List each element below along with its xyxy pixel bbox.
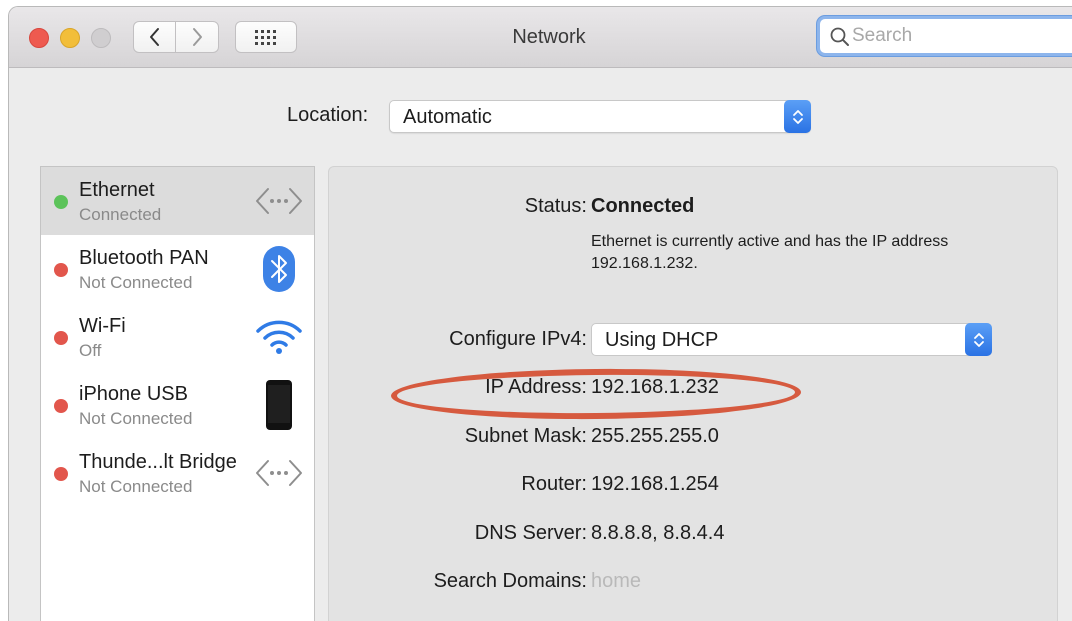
configure-ipv4-stepper[interactable] [965,323,992,356]
forward-button[interactable] [176,21,219,53]
minimize-window-button[interactable] [60,28,80,48]
status-dot [54,195,68,209]
chevron-left-icon [149,28,159,46]
grid-icon [255,30,276,45]
configure-ipv4-value: Using DHCP [605,329,719,351]
service-item-thunderbolt-bridge[interactable]: Thunde...lt Bridge Not Connected [41,439,314,507]
search-domains-value: home [591,570,642,592]
search-icon [830,27,849,46]
location-select[interactable]: Automatic [389,100,811,133]
up-down-chevron-icon [792,109,803,124]
location-stepper[interactable] [784,100,811,133]
service-status: Not Connected [79,273,193,292]
service-status: Connected [79,205,162,224]
status-value: Connected [591,195,695,217]
service-item-ethernet[interactable]: Ethernet Connected [41,167,314,235]
status-dot [54,331,68,345]
ip-address-value: 192.168.1.232 [591,376,719,398]
router-value: 192.168.1.254 [591,473,719,495]
search-field[interactable] [817,16,1072,56]
service-status: Not Connected [79,409,193,428]
location-label: Location: [287,104,369,126]
status-label: Status: [524,195,587,217]
title-bar: Network [9,7,1072,68]
status-dot [54,467,68,481]
up-down-chevron-icon [973,332,984,347]
search-domains-label: Search Domains: [433,570,587,592]
service-name: Thunde...lt Bridge [79,451,237,473]
location-value: Automatic [403,106,492,128]
close-window-button[interactable] [29,28,49,48]
dns-server-value: 8.8.8.8, 8.8.4.4 [591,522,725,544]
configure-ipv4-select[interactable]: Using DHCP [591,323,992,356]
ip-address-label: IP Address: [485,376,587,398]
zoom-window-button[interactable] [91,28,111,48]
search-input[interactable] [852,22,1052,50]
service-item-bluetooth-pan[interactable]: Bluetooth PAN Not Connected [41,235,314,303]
service-details-panel: Status: Connected Ethernet is currently … [328,166,1058,621]
iphone-icon [254,380,304,430]
status-dot [54,399,68,413]
service-name: iPhone USB [79,383,188,405]
service-status: Not Connected [79,477,193,496]
bluetooth-icon [254,245,304,293]
service-status: Off [79,341,102,360]
ethernet-icon [254,177,304,225]
configure-ipv4-label: Configure IPv4: [449,328,587,350]
service-name: Bluetooth PAN [79,247,209,269]
wifi-icon [254,313,304,361]
service-item-iphone-usb[interactable]: iPhone USB Not Connected [41,371,314,439]
service-item-wi-fi[interactable]: Wi-Fi Off [41,303,314,371]
dns-server-label: DNS Server: [474,522,587,544]
subnet-mask-value: 255.255.255.0 [591,425,719,447]
service-name: Ethernet [79,179,155,201]
subnet-mask-label: Subnet Mask: [464,425,587,447]
service-name: Wi-Fi [79,315,126,337]
show-all-button[interactable] [235,21,297,53]
status-dot [54,263,68,277]
thunderbolt-bridge-icon [254,449,304,497]
service-list: Ethernet Connected Bluetooth PAN Not Con… [40,166,315,621]
status-description: Ethernet is currently active and has the… [591,233,949,272]
router-label: Router: [521,473,587,495]
network-preferences-window: Network Location: Automatic Ethernet Con… [8,6,1072,621]
back-button[interactable] [133,21,176,53]
chevron-right-icon [193,28,202,46]
